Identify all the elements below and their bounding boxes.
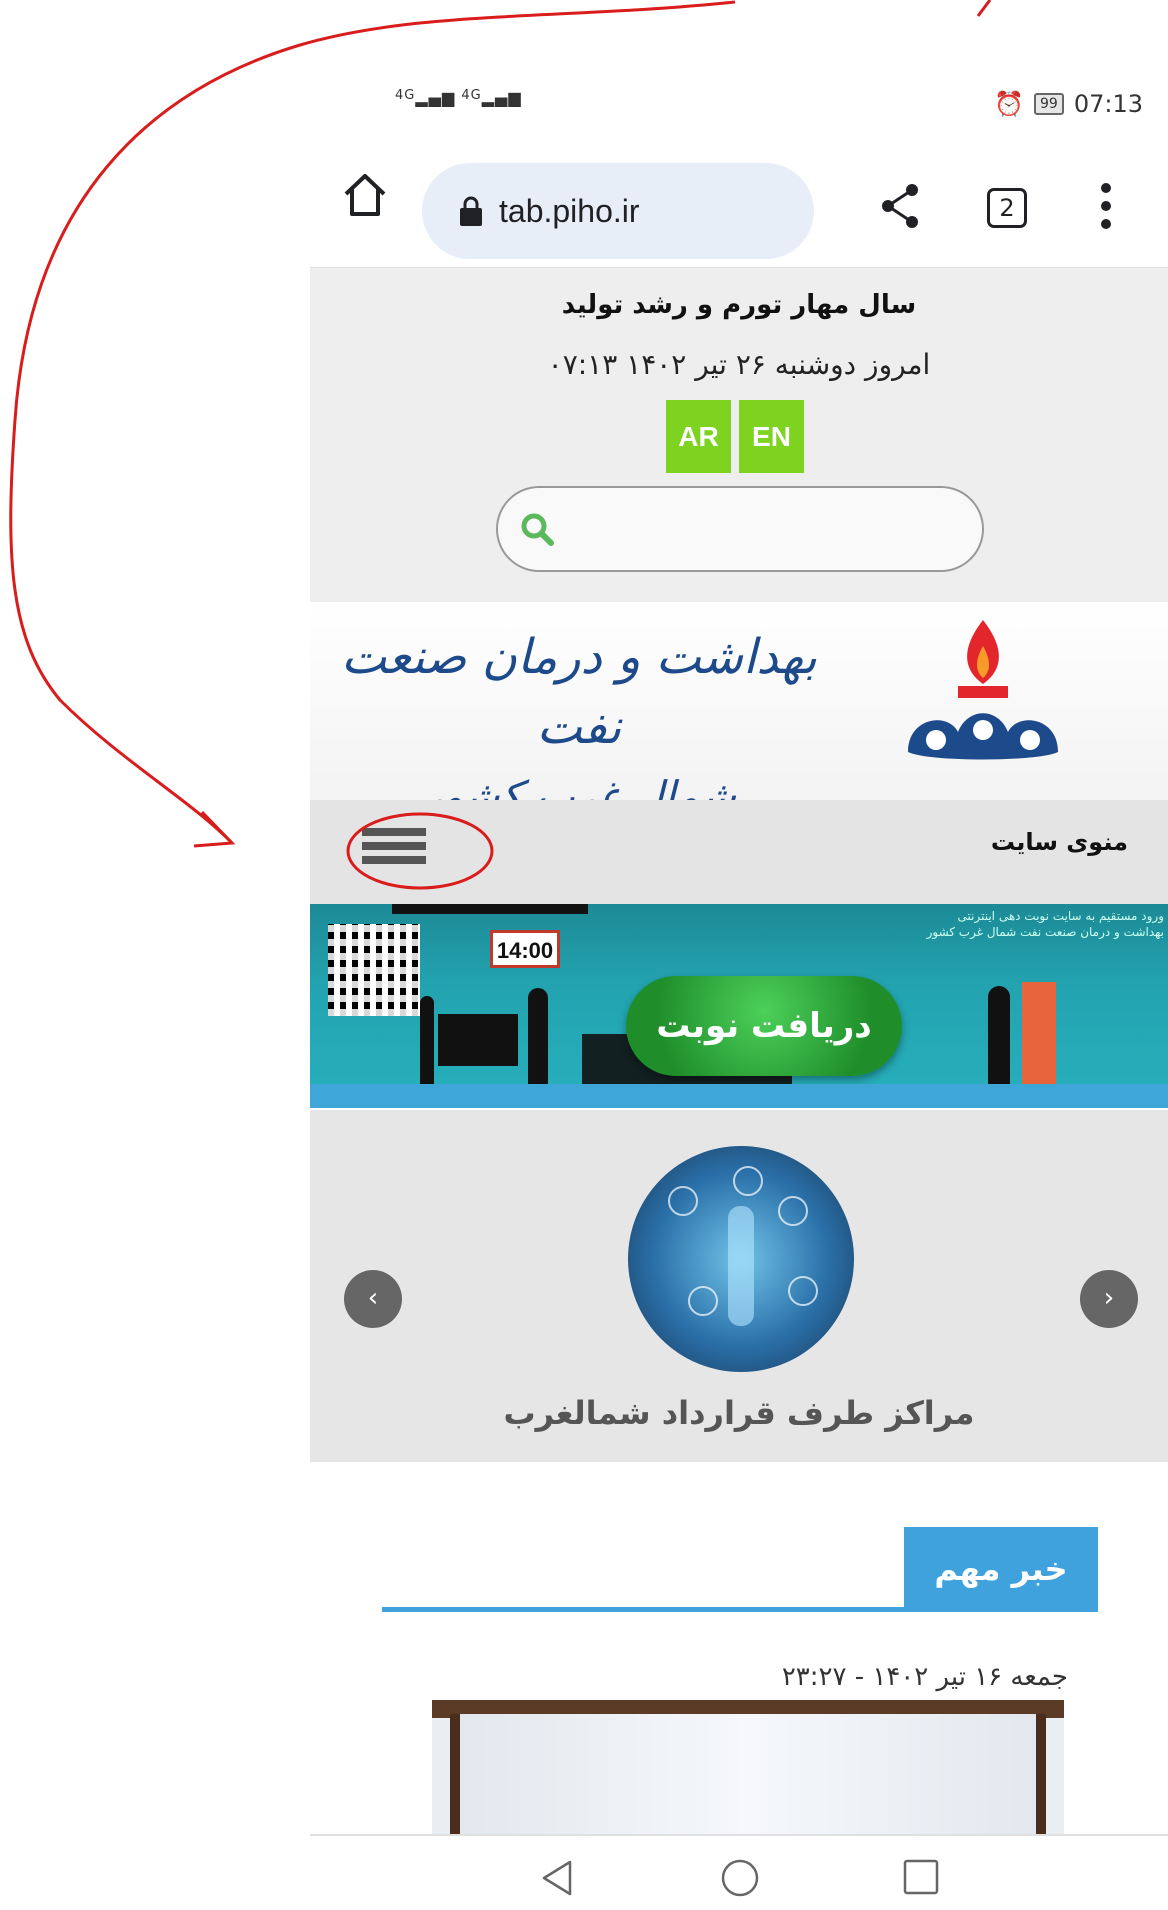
status-time: 07:13 — [1073, 90, 1143, 118]
lock-icon — [460, 196, 482, 226]
news-date: جمعه ۱۶ تیر ۱۴۰۲ - ۲۳:۲۷ — [781, 1662, 1068, 1692]
lang-en-button[interactable]: EN — [739, 400, 804, 473]
home-icon[interactable] — [340, 170, 390, 220]
alarm-icon: ⏰ — [994, 90, 1024, 118]
news-image[interactable] — [432, 1700, 1064, 1846]
carousel-image[interactable] — [628, 1146, 854, 1372]
site-header: سال مهار تورم و رشد تولید امروز دوشنبه ۲… — [310, 267, 1168, 602]
status-bar: 4G▂▄▆ 4G▂▄▆ ⏰ 99 07:13 — [310, 60, 1168, 140]
battery-icon: 99 — [1034, 93, 1064, 115]
search-input[interactable] — [496, 486, 984, 572]
news-photo-frame — [450, 1714, 1046, 1846]
website-content: سال مهار تورم و رشد تولید امروز دوشنبه ۲… — [310, 267, 1168, 1462]
nioc-emblem-logo — [908, 620, 1058, 760]
appointment-note: ورود مستقیم به سایت نوبت دهی اینترنتی به… — [926, 909, 1164, 939]
search-icon[interactable] — [518, 510, 558, 550]
today-date: امروز دوشنبه ۲۶ تیر ۱۴۰۲ ۰۷:۱۳ — [547, 348, 931, 381]
back-nav-icon[interactable] — [538, 1858, 576, 1898]
language-switcher: AR EN — [666, 400, 804, 473]
clock-display: 14:00 — [490, 930, 560, 968]
person-silhouette — [420, 996, 434, 1084]
news-tab-label[interactable]: خبر مهم — [904, 1527, 1098, 1611]
get-appointment-button[interactable]: دریافت نوبت — [626, 976, 902, 1076]
url-text: tab.piho.ir — [499, 192, 640, 229]
clock-bar — [392, 904, 588, 914]
hamburger-menu-icon[interactable] — [362, 828, 434, 874]
home-nav-icon[interactable] — [720, 1858, 760, 1898]
status-right: ⏰ 99 07:13 — [994, 90, 1143, 118]
browser-toolbar: tab.piho.ir 2 — [310, 150, 1168, 270]
site-menu-bar: منوی سایت — [310, 800, 1168, 904]
qr-code-icon — [328, 924, 420, 1016]
carousel-prev-button[interactable]: ‹ — [344, 1270, 402, 1328]
podium-shape — [1022, 982, 1056, 1090]
address-bar[interactable]: tab.piho.ir — [422, 163, 814, 259]
carousel-next-button[interactable]: › — [1080, 1270, 1138, 1328]
site-menu-label: منوی سایت — [990, 828, 1128, 856]
banner-floor — [310, 1084, 1168, 1108]
appointment-banner[interactable]: 14:00 دریافت نوبت ورود مستقیم به سایت نو… — [310, 904, 1168, 1108]
carousel-caption[interactable]: مراکز طرف قرارداد شمالغرب — [310, 1394, 1168, 1432]
recents-nav-icon[interactable] — [902, 1858, 940, 1896]
year-slogan: سال مهار تورم و رشد تولید — [561, 290, 917, 320]
more-options-icon[interactable] — [1098, 180, 1114, 232]
site-logo-banner[interactable]: بهداشت و درمان صنعت نفت شمال غرب کشور — [310, 602, 1168, 821]
android-nav-bar — [310, 1834, 1168, 1910]
share-icon[interactable] — [878, 182, 922, 230]
desk-silhouette — [438, 1014, 518, 1066]
tab-switcher-button[interactable]: 2 — [987, 188, 1027, 228]
news-divider — [382, 1607, 1098, 1612]
image-carousel: ‹ › مراکز طرف قرارداد شمالغرب — [310, 1110, 1168, 1462]
person-silhouette — [988, 986, 1010, 1090]
phone-screen: 4G▂▄▆ 4G▂▄▆ ⏰ 99 07:13 tab.piho.ir 2 سال… — [310, 60, 1168, 1910]
lang-ar-button[interactable]: AR — [666, 400, 731, 473]
person-silhouette — [528, 988, 548, 1088]
signal-indicator: 4G▂▄▆ 4G▂▄▆ — [395, 88, 522, 107]
